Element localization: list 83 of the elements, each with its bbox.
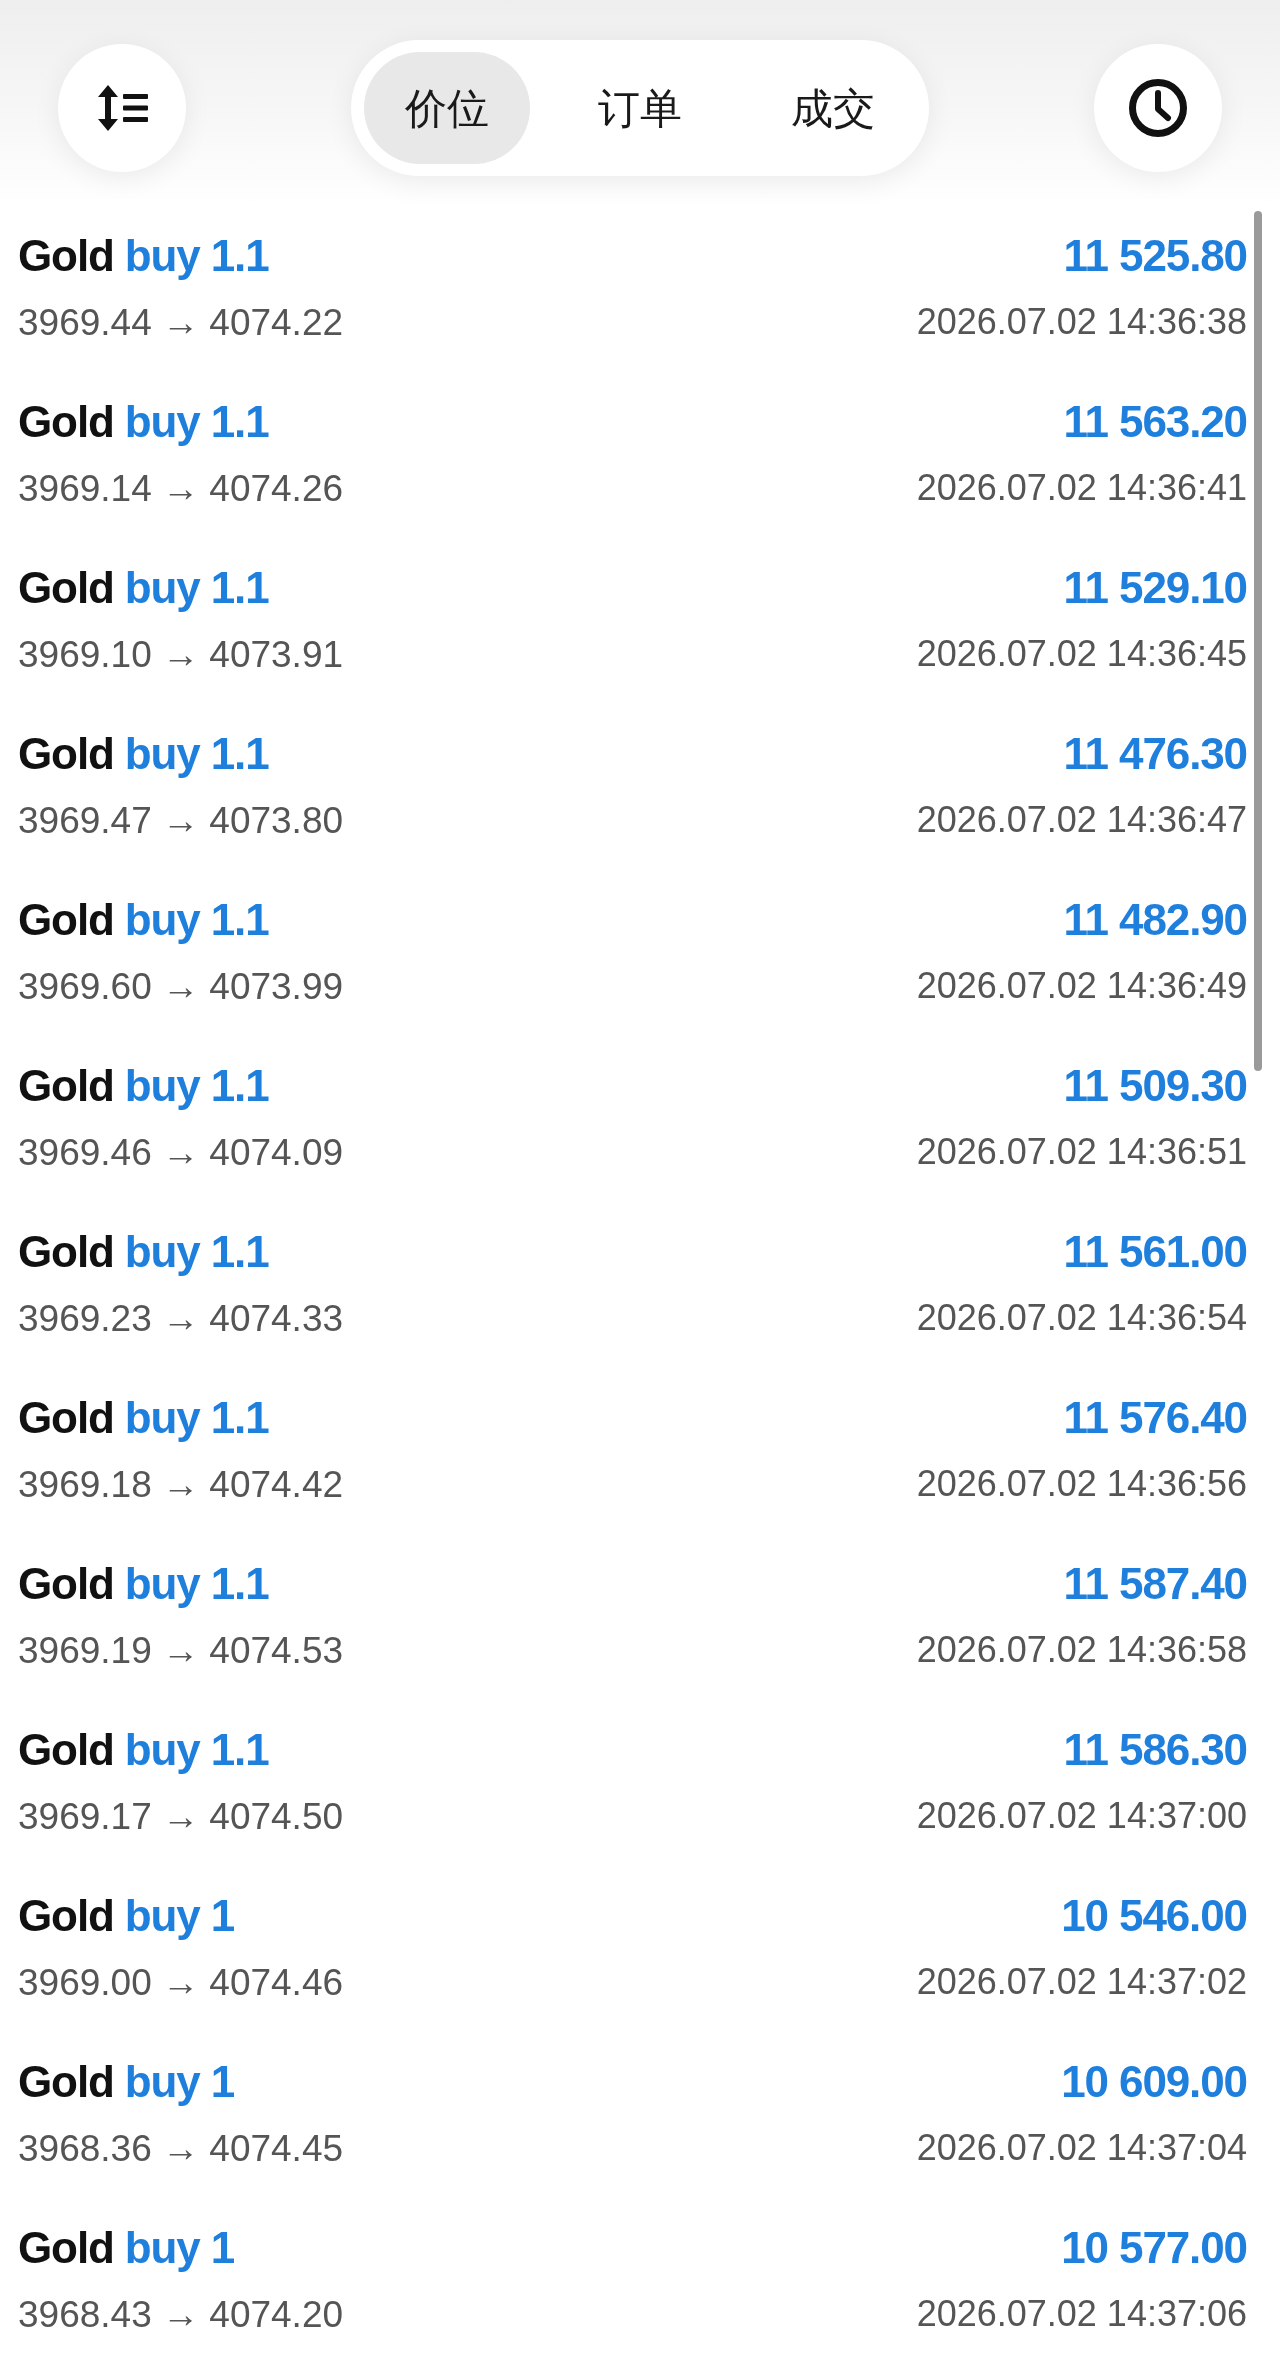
deal-side: buy — [124, 1728, 200, 1772]
deal-time: 2026.07.02 14:37:00 — [916, 1798, 1247, 1834]
symbol-label: Gold — [18, 1728, 114, 1772]
profit-value: 10 577.00 — [1061, 2226, 1247, 2270]
deal-time: 2026.07.02 14:36:58 — [916, 1632, 1247, 1668]
symbol-label: Gold — [18, 1230, 114, 1274]
price-range: 3969.18 → 4074.42 — [18, 1465, 344, 1503]
deal-time: 2026.07.02 14:36:38 — [916, 304, 1247, 340]
symbol-label: Gold — [18, 898, 114, 942]
profit-value: 11 529.10 — [1063, 566, 1247, 610]
deal-time: 2026.07.02 14:36:51 — [916, 1134, 1247, 1170]
price-range: 3969.44 → 4074.22 — [18, 303, 344, 341]
tab[interactable]: 价位 — [364, 52, 530, 164]
symbol-label: Gold — [18, 1562, 114, 1606]
deal-volume: 1.1 — [210, 1396, 269, 1440]
deal-side: buy — [124, 400, 200, 444]
sort-icon — [96, 85, 148, 131]
price-range: 3969.23 → 4074.33 — [18, 1299, 344, 1337]
deal-side: buy — [124, 2060, 200, 2104]
deal-time: 2026.07.02 14:37:04 — [916, 2130, 1247, 2166]
price-range: 3969.17 → 4074.50 — [18, 1797, 344, 1835]
profit-value: 11 509.30 — [1063, 1064, 1247, 1108]
deal-side: buy — [124, 1064, 200, 1108]
profit-value: 11 586.30 — [1063, 1728, 1247, 1772]
profit-value: 10 609.00 — [1061, 2060, 1247, 2104]
deal-side: buy — [124, 1894, 200, 1938]
deal-volume: 1.1 — [210, 1230, 269, 1274]
price-range: 3969.46 → 4074.09 — [18, 1133, 344, 1171]
price-range: 3969.47 → 4073.80 — [18, 801, 344, 839]
deal-volume: 1 — [210, 2060, 235, 2104]
price-range: 3968.43 → 4074.20 — [18, 2295, 344, 2333]
profit-value: 11 561.00 — [1063, 1230, 1247, 1274]
profit-value: 11 576.40 — [1063, 1396, 1247, 1440]
tab[interactable]: 成交 — [750, 52, 916, 164]
profit-value: 11 482.90 — [1063, 898, 1247, 942]
deal-side: buy — [124, 898, 200, 942]
deal-volume: 1.1 — [210, 566, 269, 610]
price-range: 3969.14 → 4074.26 — [18, 469, 344, 507]
price-range: 3969.10 → 4073.91 — [18, 635, 344, 673]
deal-side: buy — [124, 1396, 200, 1440]
deal-time: 2026.07.02 14:37:06 — [916, 2296, 1247, 2332]
deal-time: 2026.07.02 14:36:41 — [916, 470, 1247, 506]
symbol-label: Gold — [18, 566, 114, 610]
deal-side: buy — [124, 566, 200, 610]
deal-side: buy — [124, 1562, 200, 1606]
symbol-label: Gold — [18, 1396, 114, 1440]
price-range: 3968.36 → 4074.45 — [18, 2129, 344, 2167]
deal-volume: 1.1 — [210, 400, 269, 444]
deal-volume: 1.1 — [210, 732, 269, 776]
deal-volume: 1 — [210, 1894, 235, 1938]
symbol-label: Gold — [18, 732, 114, 776]
deal-side: buy — [124, 1230, 200, 1274]
deal-volume: 1 — [210, 2226, 235, 2270]
price-range: 3969.60 → 4073.99 — [18, 967, 344, 1005]
deal-volume: 1.1 — [210, 1562, 269, 1606]
deal-volume: 1.1 — [210, 234, 269, 278]
deal-time: 2026.07.02 14:37:02 — [916, 1964, 1247, 2000]
symbol-label: Gold — [18, 234, 114, 278]
price-range: 3969.00 → 4074.46 — [18, 1963, 344, 2001]
deal-volume: 1.1 — [210, 1728, 269, 1772]
deal-side: buy — [124, 234, 200, 278]
profit-value: 10 546.00 — [1061, 1894, 1247, 1938]
symbol-label: Gold — [18, 2226, 114, 2270]
symbol-label: Gold — [18, 1064, 114, 1108]
deal-time: 2026.07.02 14:36:54 — [916, 1300, 1247, 1336]
profit-value: 11 476.30 — [1063, 732, 1247, 776]
deal-volume: 1.1 — [210, 1064, 269, 1108]
symbol-label: Gold — [18, 1894, 114, 1938]
tab[interactable]: 订单 — [557, 52, 723, 164]
clock-icon — [1129, 79, 1187, 137]
profit-value: 11 587.40 — [1063, 1562, 1247, 1606]
profit-value: 11 525.80 — [1063, 234, 1247, 278]
deal-volume: 1.1 — [210, 898, 269, 942]
deal-time: 2026.07.02 14:36:45 — [916, 636, 1247, 672]
deal-side: buy — [124, 2226, 200, 2270]
profit-value: 11 563.20 — [1063, 400, 1247, 444]
symbol-label: Gold — [18, 400, 114, 444]
deal-time: 2026.07.02 14:36:56 — [916, 1466, 1247, 1502]
price-range: 3969.19 → 4074.53 — [18, 1631, 344, 1669]
deal-time: 2026.07.02 14:36:49 — [916, 968, 1247, 1004]
symbol-label: Gold — [18, 2060, 114, 2104]
deal-side: buy — [124, 732, 200, 776]
deal-time: 2026.07.02 14:36:47 — [916, 802, 1247, 838]
